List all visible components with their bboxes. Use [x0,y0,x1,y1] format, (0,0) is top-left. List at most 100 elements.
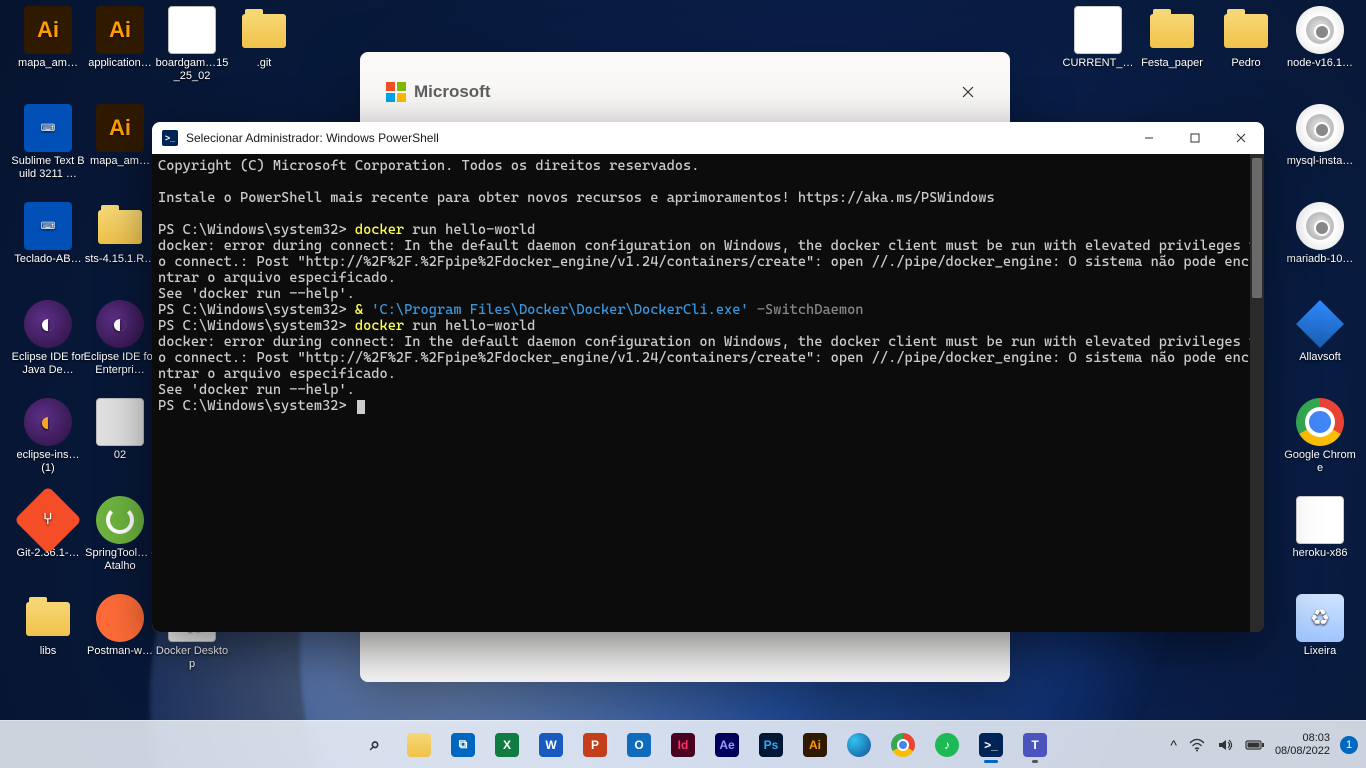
taskbar-powerpoint[interactable]: P [575,725,615,765]
start-icon [320,734,342,756]
git-icon: ⑂ [14,486,82,554]
taskbar-after-effects[interactable]: Ae [707,725,747,765]
desktop-icon-label: eclipse-ins… (1) [10,449,86,475]
desktop-icon-label: mapa_am… [82,155,158,168]
clock-date: 08/08/2022 [1275,745,1330,758]
desktop-icon-sts-4-15-1-r-[interactable]: sts-4.15.1.R… [82,202,158,266]
kbd-icon: ⌨ [24,202,72,250]
taskbar-indesign[interactable]: Id [663,725,703,765]
taskbar-clock[interactable]: 08:03 08/08/2022 [1275,732,1330,758]
desktop-icon-allavsoft[interactable]: Allavsoft [1282,300,1358,364]
taskbar[interactable]: ⌕ ⧉ XWPO Id AePs Ai ♪ >_T ^ 08:03 08/08/2022 1 [0,720,1366,768]
tray-wifi-icon[interactable] [1189,738,1205,752]
desktop-icon-springtool-atalho[interactable]: SpringTool… - Atalho [82,496,158,573]
powershell-window[interactable]: >_ Selecionar Administrador: Windows Pow… [152,122,1264,632]
taskbar-powershell[interactable]: >_ [971,725,1011,765]
microsoft-brand: Microsoft [386,82,491,102]
taskbar-microsoft-store[interactable]: ⧉ [443,725,483,765]
desktop-icon-label: mapa_am… [10,57,86,70]
desktop-icon-libs[interactable]: libs [10,594,86,658]
desktop-icon-heroku-x86[interactable]: heroku-x86 [1282,496,1358,560]
taskbar-illustrator[interactable]: Ai [795,725,835,765]
desktop-icon-mapa-am-[interactable]: Aimapa_am… [10,6,86,70]
kbd-icon: ⌨ [24,104,72,152]
terminal-line: docker: error during connect: In the def… [158,238,1257,286]
cmd-token: run hello-world [404,222,535,238]
terminal-scrollbar[interactable] [1250,154,1264,632]
txt-icon [168,6,216,54]
window-minimize-button[interactable] [1126,122,1172,154]
taskbar-start[interactable] [311,725,351,765]
desktop-icon-postman-w-[interactable]: Postman-w… [82,594,158,658]
desktop-icon-mariadb-10-[interactable]: mariadb-10… [1282,202,1358,266]
desktop-icon-node-v16-1-[interactable]: node-v16.1… [1282,6,1358,70]
tray-battery-icon[interactable] [1245,739,1265,751]
illustrator-icon: Ai [803,733,827,757]
desktop-icon-label: Postman-w… [82,645,158,658]
ai-icon: Ai [96,6,144,54]
folder-icon [1224,14,1268,48]
bin-icon [1296,594,1344,642]
folder-icon [1150,14,1194,48]
desktop-icon-label: Eclipse IDE for Enterpri… [82,351,158,377]
desktop-icon-git-2-36-1-[interactable]: ⑂Git-2.36.1-… [10,496,86,560]
eclipse-icon: ◐ [96,300,144,348]
dialog-close-button[interactable] [952,76,984,108]
taskbar-photoshop[interactable]: Ps [751,725,791,765]
taskbar-search[interactable]: ⌕ [355,725,395,765]
desktop-icon-lixeira[interactable]: Lixeira [1282,594,1358,658]
taskbar-excel[interactable]: X [487,725,527,765]
desktop-icon-sublime-text-build-3211-[interactable]: ⌨ Sublime Text Build 3211 … [10,104,86,181]
generic-icon [96,398,144,446]
spotify-icon: ♪ [935,733,959,757]
folder-icon [26,602,70,636]
desktop-icon-current-[interactable]: CURRENT_… [1060,6,1136,70]
desktop-icon-pedro[interactable]: Pedro [1208,6,1284,70]
desktop-icon-eclipse-ins-1-[interactable]: ◐eclipse-ins… (1) [10,398,86,475]
tray-volume-icon[interactable] [1217,738,1233,752]
desktop-icon-label: libs [10,645,86,658]
taskbar-file-explorer[interactable] [399,725,439,765]
prompt: PS C:\Windows\system32> [158,398,347,414]
window-titlebar[interactable]: >_ Selecionar Administrador: Windows Pow… [152,122,1264,154]
prompt: PS C:\Windows\system32> [158,302,347,318]
desktop-icon-mapa-am-[interactable]: Aimapa_am… [82,104,158,168]
terminal-body[interactable]: Copyright (C) Microsoft Corporation. Tod… [152,154,1264,632]
tray-chevron-up-icon[interactable]: ^ [1170,737,1177,753]
taskbar-word[interactable]: W [531,725,571,765]
window-maximize-button[interactable] [1172,122,1218,154]
notification-badge[interactable]: 1 [1340,736,1358,754]
desktop-icon-application-[interactable]: Aiapplication… [82,6,158,70]
scrollbar-thumb[interactable] [1252,158,1262,298]
window-close-button[interactable] [1218,122,1264,154]
desktop-icon-festa-paper[interactable]: Festa_paper [1134,6,1210,70]
doc-icon [1074,6,1122,54]
cmd-token: docker [355,318,404,334]
microsoft-logo-icon [386,82,406,102]
desktop-icon-boardgam-15-25-02[interactable]: boardgam…15_25_02 [154,6,230,83]
desktop-icon-teclado-ab-[interactable]: ⌨Teclado-AB… [10,202,86,266]
indesign-icon: Id [671,733,695,757]
powershell-icon: >_ [162,130,178,146]
taskbar-edge[interactable] [839,725,879,765]
desktop-icon-label: Sublime Text Build 3211 … [10,155,86,181]
disc-icon [1296,202,1344,250]
terminal-line: See 'docker run --help'. [158,382,355,398]
desktop-icon-eclipse-ide-for-java-de-[interactable]: ◐Eclipse IDE for Java De… [10,300,86,377]
taskbar-spotify[interactable]: ♪ [927,725,967,765]
desktop-icon-eclipse-ide-for-enterpri-[interactable]: ◐ Eclipse IDE for Enterpri… [82,300,158,377]
taskbar-teams[interactable]: T [1015,725,1055,765]
desktop-icon-label: mariadb-10… [1282,253,1358,266]
folder-icon [242,14,286,48]
cmd-token: docker [355,222,404,238]
taskbar-chrome[interactable] [883,725,923,765]
taskbar-outlook[interactable]: O [619,725,659,765]
desktop-icon-mysql-insta-[interactable]: mysql-insta… [1282,104,1358,168]
word-icon: W [539,733,563,757]
desktop-icon--git[interactable]: .git [226,6,302,70]
excel-icon: X [495,733,519,757]
desktop-icon-02[interactable]: 02 [82,398,158,462]
running-indicator [1032,760,1038,763]
cmd-token: 'C:\Program Files\Docker\Docker\DockerCl… [371,302,748,318]
desktop-icon-google-chrome[interactable]: Google Chrome [1282,398,1358,475]
